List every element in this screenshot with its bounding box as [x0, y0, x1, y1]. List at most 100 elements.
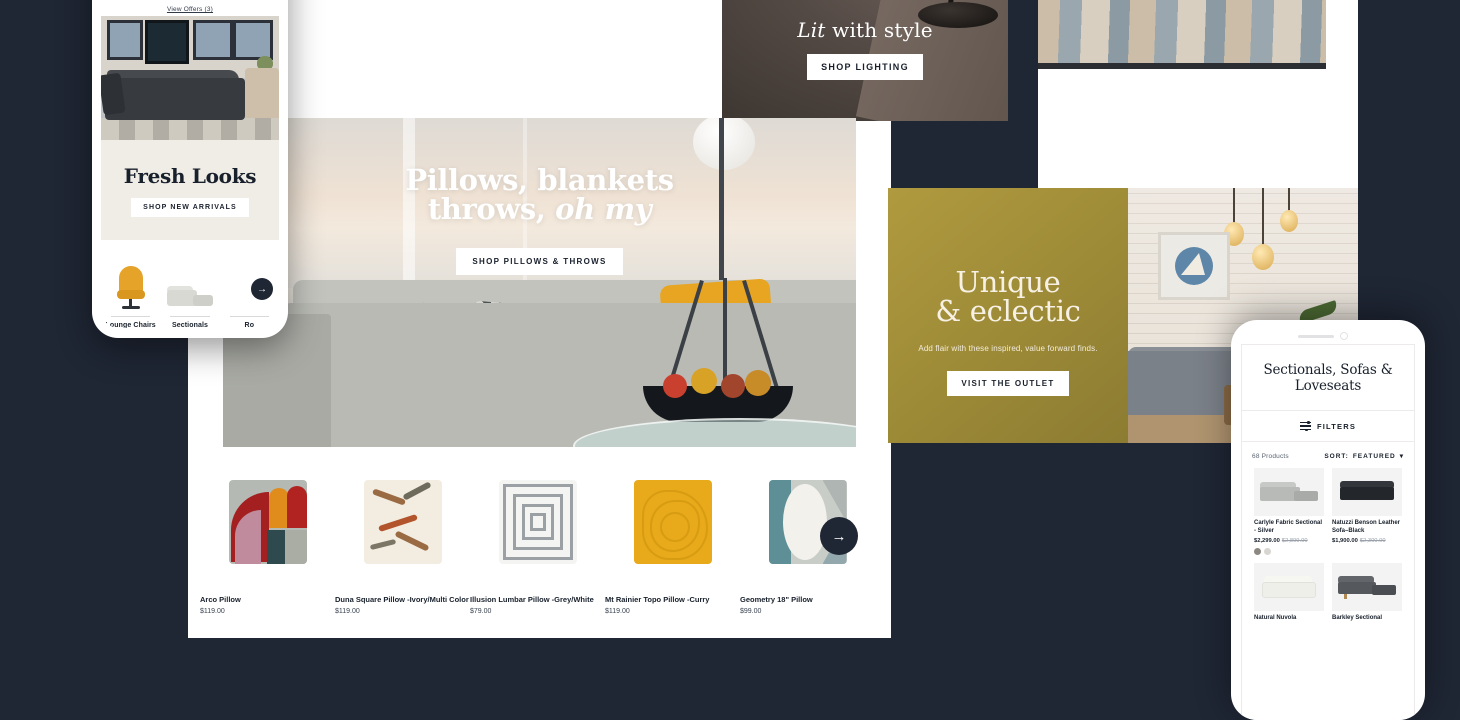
product-name: Carlyle Fabric Sectional - Silver: [1254, 520, 1323, 534]
product-image: [1254, 468, 1324, 516]
product-image: [470, 477, 605, 567]
pendant-wire: [1233, 188, 1235, 224]
fruit: [691, 368, 717, 394]
sort-dropdown[interactable]: SORT: FEATURED ▾: [1324, 452, 1404, 461]
mobile-category-screen-mockup[interactable]: Sectionals, Sofas & Loveseats FILTERS 68…: [1231, 320, 1425, 720]
category-item-lounge-chairs[interactable]: Lounge Chairs: [101, 258, 160, 328]
lighting-headline-rest: with style: [825, 18, 933, 42]
category-label: Lounge Chairs: [105, 322, 156, 328]
product-grid: Carlyle Fabric Sectional - Silver $2,299…: [1242, 468, 1414, 630]
hero-content: Pillows, blankets throws, oh my SHOP PIL…: [223, 166, 856, 275]
product-name: Natural Nuvola: [1254, 614, 1297, 621]
right-phone-screen: Sectionals, Sofas & Loveseats FILTERS 68…: [1241, 344, 1415, 720]
product-name: Natuzzi Benson Leather Sofa–Black: [1332, 520, 1401, 534]
product-name: Duna Square Pillow -Ivory/Multi Color: [335, 595, 469, 604]
outlet-subtitle: Add flair with these inspired, value for…: [918, 344, 1098, 353]
product-card[interactable]: Natural Nuvola: [1250, 562, 1328, 631]
outlet-headline-line2: & eclectic: [935, 294, 1081, 328]
illusion-lumbar-pillow-image: [498, 480, 577, 564]
hero-headline: Pillows, blankets throws, oh my: [223, 166, 856, 224]
product-price: $79.00: [470, 608, 492, 616]
left-phone-screen: View Offers (3) Fresh Looks SHOP NEW ARR…: [101, 0, 279, 328]
arrow-right-icon[interactable]: →: [251, 278, 273, 300]
product-price: $99.00: [740, 608, 762, 616]
chevron-down-icon: ▾: [1399, 453, 1404, 460]
shop-new-arrivals-button[interactable]: SHOP NEW ARRIVALS: [131, 197, 249, 217]
sort-value: FEATURED: [1352, 452, 1396, 460]
filters-button[interactable]: FILTERS: [1242, 411, 1414, 442]
product-image: [1332, 562, 1402, 611]
arco-pillow-image: [228, 480, 307, 564]
hero-headline-italic: oh my: [555, 192, 652, 226]
fruit: [663, 374, 687, 398]
fresh-looks-block: Fresh Looks SHOP NEW ARRIVALS: [101, 140, 279, 240]
lighting-promo-panel[interactable]: Lit with style SHOP LIGHTING: [722, 0, 1008, 121]
metal-table-lamp-image: [722, 0, 770, 10]
hero-headline-line2: throws,: [427, 192, 556, 226]
pendant-wire: [1288, 188, 1290, 212]
living-room-image: [101, 16, 279, 140]
product-name: Illusion Lumbar Pillow -Grey/White: [470, 595, 594, 604]
product-image: [740, 477, 875, 567]
floor-lamp-promo-panel[interactable]: Floor lamps, reimagined SHOP NOW: [1038, 0, 1326, 120]
product-price: $119.00: [200, 608, 225, 616]
current-price: $2,299.00: [1254, 537, 1280, 544]
product-carousel: Arco Pillow $119.00 Duna Square Pillow -…: [188, 447, 891, 638]
fruit: [721, 374, 745, 398]
view-offers-link[interactable]: View Offers (3): [101, 0, 279, 16]
product-card[interactable]: Natuzzi Benson Leather Sofa–Black $1,900…: [1328, 468, 1406, 563]
category-page-title: Sectionals, Sofas & Loveseats: [1242, 345, 1414, 411]
phone-speaker-notch: [1298, 332, 1358, 340]
lounge-chair-image: [101, 258, 160, 310]
results-meta-bar: 68 Products SORT: FEATURED ▾: [1242, 442, 1414, 468]
lighting-promo-content: Lit with style SHOP LIGHTING: [722, 18, 1008, 80]
product-image: [335, 477, 470, 567]
shop-lighting-button[interactable]: SHOP LIGHTING: [807, 54, 923, 80]
fresh-looks-headline: Fresh Looks: [123, 163, 257, 188]
product-image: [1254, 562, 1324, 611]
hero-banner[interactable]: Pillows, blankets throws, oh my SHOP PIL…: [223, 118, 856, 447]
framed-artwork: [1158, 232, 1230, 300]
edison-bulb: [1280, 210, 1298, 232]
product-image: [605, 477, 740, 567]
product-card[interactable]: Barkley Sectional: [1328, 562, 1406, 631]
category-label: Ro: [244, 322, 255, 328]
visit-the-outlet-button[interactable]: VISIT THE OUTLET: [947, 371, 1069, 396]
shop-pillows-throws-button[interactable]: SHOP PILLOWS & THROWS: [456, 248, 623, 275]
product-card[interactable]: Carlyle Fabric Sectional - Silver $2,299…: [1250, 468, 1328, 563]
sectional-image: [160, 258, 219, 310]
filters-label: FILTERS: [1316, 421, 1357, 431]
product-row: Arco Pillow $119.00 Duna Square Pillow -…: [200, 477, 891, 615]
product-image: [1332, 468, 1402, 516]
product-price: $119.00: [605, 608, 630, 616]
mobile-home-screen-mockup[interactable]: View Offers (3) Fresh Looks SHOP NEW ARR…: [92, 0, 288, 338]
pendant-wire: [1262, 188, 1264, 246]
edison-bulb: [1252, 244, 1274, 270]
category-label: Sectionals: [171, 322, 208, 328]
product-price: $2,299.00 $2,899.00: [1254, 538, 1324, 544]
outlet-promo-panel[interactable]: Unique & eclectic Add flair with these i…: [888, 188, 1128, 443]
product-price: $119.00: [335, 608, 360, 616]
product-price: $1,900.00 $2,300.00: [1332, 538, 1402, 544]
color-swatches[interactable]: [1254, 547, 1324, 555]
product-name: Arco Pillow: [200, 595, 241, 604]
mt-rainier-topo-pillow-image: [633, 480, 712, 564]
sort-label: SORT:: [1324, 452, 1349, 460]
arrow-right-icon[interactable]: →: [820, 517, 858, 555]
fruit: [745, 370, 771, 396]
product-name: Mt Rainier Topo Pillow -Curry: [605, 595, 710, 604]
product-card[interactable]: Mt Rainier Topo Pillow -Curry $119.00: [605, 477, 740, 615]
product-card[interactable]: Duna Square Pillow -Ivory/Multi Color $1…: [335, 477, 470, 615]
product-card[interactable]: Illusion Lumbar Pillow -Grey/White $79.0…: [470, 477, 605, 615]
category-item-sectionals[interactable]: Sectionals: [160, 258, 219, 328]
product-name: Geometry 18" Pillow: [740, 595, 813, 604]
product-count: 68 Products: [1252, 452, 1289, 460]
lighting-headline: Lit with style: [722, 18, 1008, 42]
current-price: $1,900.00: [1332, 537, 1358, 544]
product-image: [200, 477, 335, 567]
product-name: Barkley Sectional: [1332, 614, 1383, 621]
product-card[interactable]: Arco Pillow $119.00: [200, 477, 335, 615]
page-canvas: Lit with style SHOP LIGHTING Floor lamps…: [0, 0, 1460, 720]
outlet-headline: Unique & eclectic: [888, 188, 1128, 326]
duna-square-pillow-image: [363, 480, 442, 564]
